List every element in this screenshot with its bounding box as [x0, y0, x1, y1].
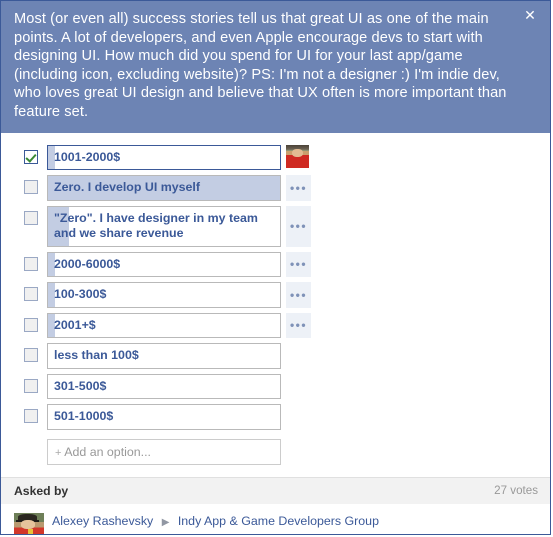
- poll-option-voter-avatar[interactable]: [286, 144, 309, 168]
- poll-option-checkbox[interactable]: [24, 149, 38, 164]
- poll-option-box[interactable]: less than 100$: [47, 343, 281, 369]
- poll-option-row: 301-500$: [15, 373, 536, 400]
- ellipsis-icon: •••: [289, 180, 308, 195]
- poll-option-box[interactable]: 501-1000$: [47, 404, 281, 430]
- delete-link[interactable]: Delete: [275, 533, 309, 534]
- group-privacy-icon: [170, 533, 182, 534]
- poll-option-box[interactable]: 301-500$: [47, 373, 281, 400]
- poll-option-more-button[interactable]: •••: [286, 282, 311, 308]
- poll-option-row: 1001-2000$: [15, 144, 536, 171]
- author-line-meta: about 3 months ago · · Edit options · De…: [52, 532, 537, 534]
- asked-by-bar: Asked by 27 votes: [1, 476, 550, 504]
- poll-option-label: 2000-6000$: [54, 256, 121, 271]
- poll-option-checkbox[interactable]: [24, 348, 38, 363]
- add-option-spacer: [15, 439, 47, 465]
- add-option-row: + Add an option...: [15, 438, 536, 465]
- add-option-placeholder: Add an option...: [64, 444, 152, 459]
- poll-dialog: Most (or even all) success stories tell …: [0, 0, 551, 535]
- author-line-primary: Alexey Rashevsky ▶ Indy App & Game Devel…: [52, 513, 537, 531]
- poll-option-checkbox[interactable]: [24, 378, 38, 393]
- poll-option-label: 501-1000$: [54, 409, 114, 424]
- poll-option-label: "Zero". I have designer in my team and w…: [54, 210, 258, 241]
- ellipsis-icon: •••: [289, 287, 308, 302]
- author-text-lines: Alexey Rashevsky ▶ Indy App & Game Devel…: [52, 513, 537, 534]
- poll-option-more-button[interactable]: •••: [286, 312, 311, 339]
- poll-option-label: 301-500$: [54, 378, 107, 393]
- poll-option-checkbox[interactable]: [24, 287, 38, 302]
- meta-separator-1: ·: [161, 533, 165, 534]
- poll-option-checkbox[interactable]: [24, 409, 38, 424]
- poll-option-more-button[interactable]: •••: [286, 175, 311, 201]
- poll-option-box[interactable]: Zero. I develop UI myself: [47, 175, 281, 201]
- poll-option-row: 2001+$ •••: [15, 312, 536, 339]
- poll-option-row: Zero. I develop UI myself •••: [15, 175, 536, 201]
- poll-option-row: 2000-6000$ •••: [15, 251, 536, 278]
- poll-option-box[interactable]: 2001+$: [47, 312, 281, 339]
- poll-option-box[interactable]: 2000-6000$: [47, 251, 281, 278]
- avatar-face: [21, 520, 35, 530]
- poll-option-box[interactable]: 100-300$: [47, 282, 281, 308]
- arrow-right-icon: ▶: [161, 516, 170, 528]
- poll-question: Most (or even all) success stories tell …: [14, 11, 507, 120]
- poll-option-box[interactable]: 1001-2000$: [47, 144, 281, 171]
- poll-option-label: 100-300$: [54, 287, 107, 302]
- poll-option-row: less than 100$: [15, 343, 536, 369]
- poll-option-row: "Zero". I have designer in my team and w…: [15, 205, 536, 247]
- ellipsis-icon: •••: [289, 219, 308, 234]
- poll-option-checkbox[interactable]: [24, 210, 38, 225]
- close-icon[interactable]: ✕: [522, 8, 538, 24]
- author-name-link[interactable]: Alexey Rashevsky: [52, 514, 153, 528]
- poll-option-box[interactable]: "Zero". I have designer in my team and w…: [47, 205, 281, 247]
- group-name-link[interactable]: Indy App & Game Developers Group: [178, 514, 379, 528]
- poll-option-more-button[interactable]: •••: [286, 205, 311, 247]
- add-option-input[interactable]: + Add an option...: [47, 438, 281, 465]
- poll-option-row: 501-1000$: [15, 404, 536, 430]
- poll-option-label: less than 100$: [54, 348, 139, 363]
- asked-by-label: Asked by: [14, 483, 69, 498]
- dialog-header: Most (or even all) success stories tell …: [1, 1, 550, 133]
- meta-separator-2: ·: [188, 533, 192, 534]
- poll-option-row: 100-300$ •••: [15, 282, 536, 308]
- meta-separator-3: ·: [265, 533, 269, 534]
- votes-count: 27 votes: [494, 484, 538, 498]
- avatar[interactable]: [14, 512, 44, 534]
- poll-option-more-button[interactable]: •••: [286, 251, 311, 278]
- ellipsis-icon: •••: [289, 257, 308, 272]
- avatar-scarf: [28, 529, 34, 534]
- poll-option-label: 2001+$: [54, 317, 96, 332]
- poll-options-list: 1001-2000$ Zero. I develop UI myself ••• "Z…: [1, 132, 550, 465]
- timestamp[interactable]: about 3 months ago: [52, 533, 155, 534]
- ellipsis-icon: •••: [289, 318, 308, 333]
- poll-option-label: Zero. I develop UI myself: [54, 180, 200, 195]
- poll-option-checkbox[interactable]: [24, 256, 38, 271]
- poll-option-label: 1001-2000$: [54, 149, 121, 164]
- plus-icon: +: [55, 446, 62, 459]
- poll-option-checkbox[interactable]: [24, 317, 38, 332]
- edit-options-link[interactable]: Edit options: [198, 533, 259, 534]
- author-block: Alexey Rashevsky ▶ Indy App & Game Devel…: [1, 503, 550, 534]
- poll-option-checkbox[interactable]: [24, 180, 38, 195]
